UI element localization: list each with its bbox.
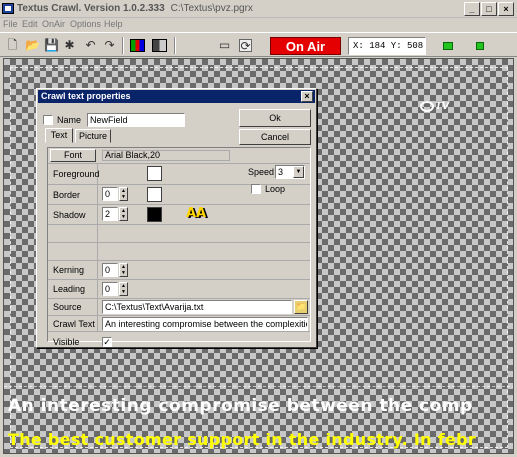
font-button[interactable]: Font xyxy=(50,149,96,162)
dialog-title: Crawl text properties xyxy=(41,91,131,101)
spin-down-icon: ▼ xyxy=(121,214,126,220)
blank-row-label xyxy=(48,243,98,260)
visible-label: Visible xyxy=(53,337,80,347)
name-input[interactable]: NewField xyxy=(87,113,185,127)
kerning-spin-button[interactable]: ▲ ▼ xyxy=(119,263,128,277)
menu-help[interactable]: Help xyxy=(104,19,123,29)
toolbar: 🗋 📂 💾 ✱ ↶ ↷ ▮ ◧ ▭ ⟳ On Air X: 184 Y: 508 xyxy=(0,32,517,57)
chevron-down-icon[interactable]: ▼ xyxy=(293,166,304,178)
foreground-label: Foreground xyxy=(48,164,100,184)
leading-input[interactable]: 0 xyxy=(102,282,118,296)
crawl-text-label: Crawl Text xyxy=(48,316,98,331)
leading-spin-button[interactable]: ▲ ▼ xyxy=(119,282,128,296)
split-view-icon[interactable]: ◧ xyxy=(152,39,167,52)
name-checkbox[interactable] xyxy=(43,115,53,125)
shadow-spin-button[interactable]: ▲ ▼ xyxy=(119,207,128,221)
dialog-close-button[interactable]: × xyxy=(301,91,313,102)
shadow-preview: AA xyxy=(186,206,207,221)
font-value: Arial Black,20 xyxy=(102,150,230,161)
menu-onair[interactable]: OnAir xyxy=(42,19,65,29)
redo-icon[interactable]: ↷ xyxy=(103,39,116,52)
shadow-offset-input[interactable]: 2 xyxy=(102,207,118,221)
crawl-text-properties-dialog: Crawl text properties × Name NewField Ok… xyxy=(36,88,317,348)
blank-row xyxy=(48,243,310,261)
minimize-button[interactable]: _ xyxy=(464,2,480,16)
shadow-row: Shadow 2 ▲ ▼ AA xyxy=(48,205,310,225)
close-window-button[interactable]: × xyxy=(498,2,514,16)
cancel-button[interactable]: Cancel xyxy=(239,129,311,145)
window-title-text: Textus Crawl. Version 1.0.2.333 xyxy=(17,3,165,14)
on-air-button[interactable]: On Air xyxy=(270,37,341,55)
spin-down-icon: ▼ xyxy=(121,270,126,276)
speed-value: 3 xyxy=(278,167,284,177)
window-titlebar[interactable]: Textus Crawl. Version 1.0.2.333 C:\Textus… xyxy=(0,0,517,18)
kerning-row: Kerning 0 ▲ ▼ xyxy=(48,261,310,280)
coordinates-readout: X: 184 Y: 508 xyxy=(348,37,426,55)
refresh-icon[interactable]: ⟳ xyxy=(239,39,252,53)
border-spin-button[interactable]: ▲ ▼ xyxy=(119,187,128,201)
tab-picture[interactable]: Picture xyxy=(75,129,111,143)
toolbar-separator xyxy=(122,37,124,54)
speed-select[interactable]: 3 ▼ xyxy=(275,165,305,179)
new-file-icon[interactable]: 🗋 xyxy=(6,39,19,52)
ok-button[interactable]: Ok xyxy=(239,109,311,127)
speed-label: Speed xyxy=(248,167,275,177)
window-title: Textus Crawl. Version 1.0.2.333 C:\Textus… xyxy=(17,3,253,14)
open-folder-icon[interactable]: 📂 xyxy=(25,39,40,52)
save-icon[interactable]: 💾 xyxy=(44,39,59,52)
browse-folder-icon[interactable]: 📁 xyxy=(294,300,308,314)
visible-checkbox[interactable]: ✓ xyxy=(102,337,112,347)
frame-icon[interactable]: ▭ xyxy=(218,39,231,52)
menu-options[interactable]: Options xyxy=(70,19,101,29)
foreground-color-swatch[interactable] xyxy=(147,166,162,181)
border-label: Border xyxy=(48,185,98,204)
dialog-titlebar[interactable]: Crawl text properties × xyxy=(38,90,315,103)
status-led-icon xyxy=(443,42,453,50)
status-led-icon xyxy=(476,42,484,50)
maximize-button[interactable]: □ xyxy=(481,2,497,16)
settings-icon[interactable]: ✱ xyxy=(63,39,76,52)
spin-down-icon: ▼ xyxy=(121,289,126,295)
name-label: Name xyxy=(57,115,82,125)
colorbars-icon[interactable]: ▮ xyxy=(130,39,145,52)
menu-edit[interactable]: Edit xyxy=(22,19,38,29)
font-row: Font Arial Black,20 xyxy=(48,148,310,164)
shadow-label: Shadow xyxy=(48,205,98,224)
loop-checkbox[interactable] xyxy=(251,184,261,194)
kerning-input[interactable]: 0 xyxy=(102,263,118,277)
shadow-color-swatch[interactable] xyxy=(147,207,162,222)
crawl-text-line-1[interactable]: An interesting compromise between the co… xyxy=(8,396,473,416)
toolbar-separator xyxy=(174,37,176,54)
logo-mark-icon xyxy=(420,100,434,112)
crawl-text-input[interactable]: An interesting compromise between the co… xyxy=(102,317,308,331)
blank-row xyxy=(48,225,310,243)
menu-file[interactable]: File xyxy=(3,19,18,29)
tab-text[interactable]: Text xyxy=(45,128,73,143)
border-color-swatch[interactable] xyxy=(147,187,162,202)
visible-row xyxy=(48,332,310,342)
kerning-label: Kerning xyxy=(48,261,98,279)
crawl-text-line-2[interactable]: The best customer support in the industr… xyxy=(8,430,476,449)
channel-logo[interactable]: TV xyxy=(420,99,454,113)
loop-label: Loop xyxy=(265,184,286,194)
blank-row-label xyxy=(48,225,98,242)
spin-down-icon: ▼ xyxy=(121,194,126,200)
border-width-input[interactable]: 0 xyxy=(102,187,118,201)
logo-text: TV xyxy=(435,100,450,112)
app-icon xyxy=(2,3,14,14)
undo-icon[interactable]: ↶ xyxy=(84,39,97,52)
leading-label: Leading xyxy=(48,280,98,298)
source-row: Source C:\Textus\Text\Avarija.txt 📁 xyxy=(48,299,310,316)
crawl-text-row: Crawl Text An interesting compromise bet… xyxy=(48,316,310,332)
source-path-input[interactable]: C:\Textus\Text\Avarija.txt xyxy=(102,300,292,314)
source-label: Source xyxy=(48,299,98,315)
leading-row: Leading 0 ▲ ▼ xyxy=(48,280,310,299)
window-file-path: C:\Textus\pvz.pgrx xyxy=(170,3,253,14)
menu-bar: File Edit OnAir Options Help xyxy=(0,18,517,32)
